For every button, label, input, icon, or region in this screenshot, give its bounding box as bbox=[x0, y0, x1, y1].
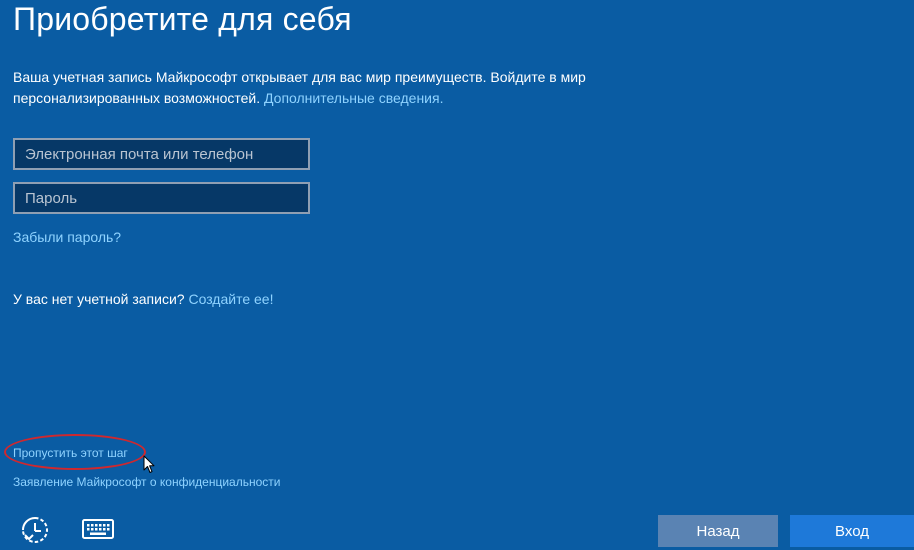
back-button[interactable]: Назад bbox=[658, 515, 778, 547]
password-field[interactable] bbox=[13, 182, 310, 214]
no-account-text: У вас нет учетной записи? bbox=[13, 291, 185, 307]
skip-step-link[interactable]: Пропустить этот шаг bbox=[13, 445, 128, 461]
ease-of-access-icon[interactable] bbox=[20, 515, 50, 545]
keyboard-icon[interactable] bbox=[82, 519, 114, 539]
intro-paragraph: Ваша учетная запись Майкрософт открывает… bbox=[13, 67, 653, 109]
create-account-link[interactable]: Создайте ее! bbox=[188, 291, 273, 307]
sign-in-button[interactable]: Вход bbox=[790, 515, 914, 547]
forgot-password-link[interactable]: Забыли пароль? bbox=[13, 228, 121, 246]
mouse-pointer-icon bbox=[143, 455, 155, 473]
no-account-line: У вас нет учетной записи? Создайте ее! bbox=[13, 290, 273, 308]
page-title: Приобретите для себя bbox=[13, 1, 352, 37]
learn-more-link[interactable]: Дополнительные сведения. bbox=[264, 90, 443, 106]
email-field[interactable] bbox=[13, 138, 310, 170]
privacy-statement-link[interactable]: Заявление Майкрософт о конфиденциальност… bbox=[13, 474, 280, 490]
